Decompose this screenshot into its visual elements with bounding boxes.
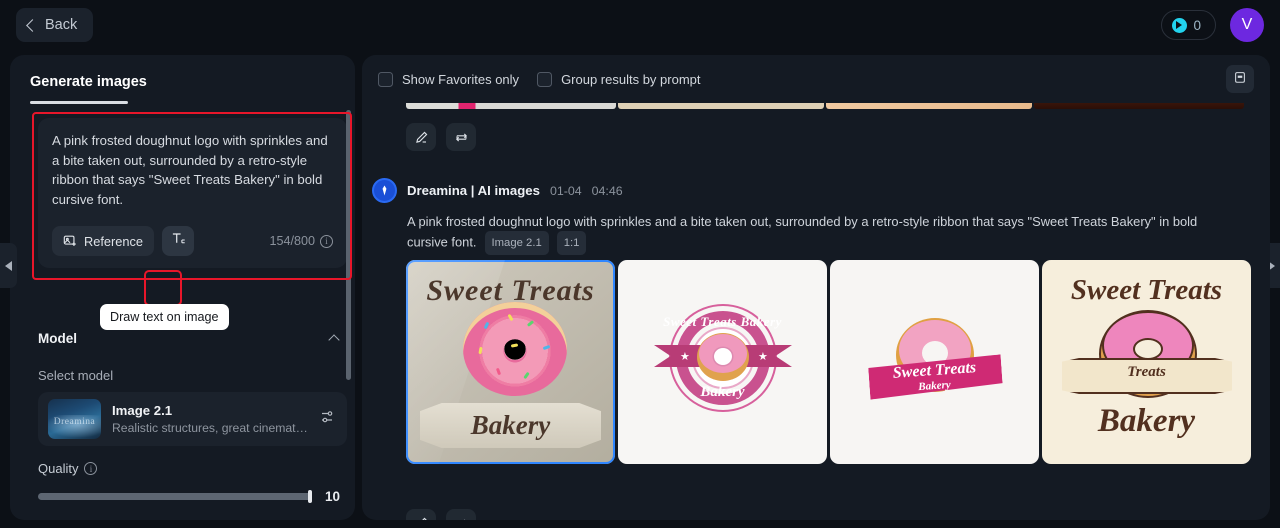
avatar[interactable]: V: [1230, 8, 1264, 42]
panel-tab-bar: Generate images: [10, 55, 355, 104]
previous-result-actions: [406, 123, 476, 151]
back-button[interactable]: Back: [16, 8, 94, 42]
star-icon: ★: [680, 351, 690, 363]
reference-button[interactable]: Reference: [52, 226, 155, 256]
results-header: Show Favorites only Group results by pro…: [362, 55, 1270, 103]
generate-images-panel: Generate images A pink frosted doughnut …: [10, 55, 355, 520]
sliders-icon[interactable]: [319, 408, 337, 431]
left-panel-scrollbar[interactable]: [346, 110, 351, 380]
result-prompt: A pink frosted doughnut logo with sprink…: [407, 212, 1237, 255]
text-tool-icon: [171, 231, 186, 251]
edit-button[interactable]: [406, 509, 436, 520]
result-image[interactable]: Sweet Treats Bakery: [830, 260, 1039, 464]
artwork-ribbon-text: Treats: [1127, 364, 1166, 380]
quality-row: Quality i: [38, 461, 98, 476]
image-plus-icon: [63, 234, 77, 248]
result-image[interactable]: Sweet Treats Treats Bakery: [1042, 260, 1251, 464]
donut-hole: [1133, 338, 1163, 360]
result-header: Dreamina | AI images 01-04 04:46: [362, 178, 1270, 203]
arrow-left-collapse-icon: [5, 260, 12, 271]
result-source: Dreamina | AI images: [407, 183, 540, 198]
model-card[interactable]: Dreamina Image 2.1 Realistic structures,…: [38, 392, 347, 446]
credits-value: 0: [1193, 17, 1201, 33]
model-thumbnail-word: Dreamina: [53, 417, 96, 427]
result-tag-ratio: 1:1: [556, 231, 587, 255]
current-result-actions: [406, 509, 476, 520]
chevron-up-icon[interactable]: [328, 334, 340, 346]
prompt-toolbar: Reference 154/800 i: [52, 226, 333, 256]
model-section-header[interactable]: Model: [38, 331, 340, 346]
credits-badge[interactable]: 0: [1161, 10, 1216, 40]
character-counter-value: 154/800: [269, 234, 315, 248]
result-image[interactable]: Sweet Treats Bakery: [406, 260, 615, 464]
draw-text-on-image-button[interactable]: [162, 226, 195, 256]
quality-slider[interactable]: [38, 490, 312, 503]
reference-button-label: Reference: [84, 233, 144, 249]
select-model-label: Select model: [38, 368, 114, 383]
artwork-bottom-text: Bakery: [470, 410, 551, 440]
result-image-grid: Sweet Treats Bakery Sweet Treats Bakery …: [406, 260, 1251, 464]
back-button-label: Back: [45, 17, 78, 33]
star-icon: ★: [758, 351, 768, 363]
quality-slider-row: 10: [38, 489, 347, 504]
prompt-input-box[interactable]: A pink frosted doughnut logo with sprink…: [38, 118, 347, 268]
regenerate-button[interactable]: [446, 509, 476, 520]
results-scroll-area[interactable]: Dreamina | AI images 01-04 04:46 A pink …: [362, 95, 1270, 520]
model-thumbnail: Dreamina: [48, 399, 101, 439]
group-results-label: Group results by prompt: [561, 71, 701, 87]
regenerate-button[interactable]: [446, 123, 476, 151]
draw-text-tooltip: Draw text on image: [100, 304, 229, 330]
quality-slider-thumb[interactable]: [308, 490, 312, 503]
tab-active-indicator: [30, 101, 128, 104]
checkbox-box[interactable]: [537, 71, 553, 87]
donut-graphic: [460, 302, 570, 402]
artwork-top-text: Sweet Treats: [1070, 274, 1223, 306]
info-icon[interactable]: i: [320, 234, 333, 248]
show-favorites-label: Show Favorites only: [402, 71, 520, 87]
group-results-checkbox[interactable]: Group results by prompt: [537, 71, 701, 87]
quality-value: 10: [325, 489, 341, 504]
donut-hole: [714, 348, 732, 365]
result-date: 01-04: [549, 183, 582, 198]
artwork-bottom-text: Bakery: [1097, 403, 1196, 439]
result-block: Dreamina | AI images 01-04 04:46 A pink …: [362, 178, 1270, 464]
folder-button[interactable]: [1226, 65, 1254, 93]
app-root: Back 0 V Generate images A pink frosted …: [0, 0, 1280, 528]
results-panel: Dreamina | AI images 01-04 04:46 A pink …: [362, 55, 1270, 520]
prompt-text[interactable]: A pink frosted doughnut logo with sprink…: [52, 131, 333, 209]
result-image[interactable]: Sweet Treats Bakery ★ ★ Bakery: [618, 260, 827, 464]
model-name: Image 2.1: [112, 403, 173, 418]
character-counter: 154/800 i: [269, 234, 333, 248]
result-time: 04:46: [591, 183, 623, 198]
credit-coin-icon: [1172, 17, 1188, 33]
top-bar: Back 0 V: [0, 0, 1280, 50]
artwork-bottom-text: Bakery: [700, 384, 745, 400]
avatar-initial: V: [1241, 16, 1253, 33]
dreamina-logo-icon: [372, 178, 397, 203]
show-favorites-checkbox[interactable]: Show Favorites only: [378, 71, 520, 87]
model-info: Image 2.1 Realistic structures, great ci…: [112, 403, 308, 435]
model-section-title: Model: [38, 331, 77, 346]
draw-text-button-highlight: [144, 270, 182, 306]
info-icon[interactable]: i: [84, 462, 98, 475]
top-bar-right: 0 V: [1161, 8, 1264, 42]
checkbox-box[interactable]: [378, 71, 393, 87]
chevron-left-icon: [26, 19, 39, 32]
tab-generate-images[interactable]: Generate images: [30, 74, 147, 90]
donut-graphic: [697, 333, 749, 381]
collapse-left-panel-button[interactable]: [0, 243, 17, 288]
quality-label: Quality: [38, 461, 79, 476]
folder-icon: [1233, 70, 1247, 89]
model-description: Realistic structures, great cinematog...: [112, 421, 308, 435]
result-tag-model: Image 2.1: [484, 231, 549, 255]
edit-button[interactable]: [406, 123, 436, 151]
